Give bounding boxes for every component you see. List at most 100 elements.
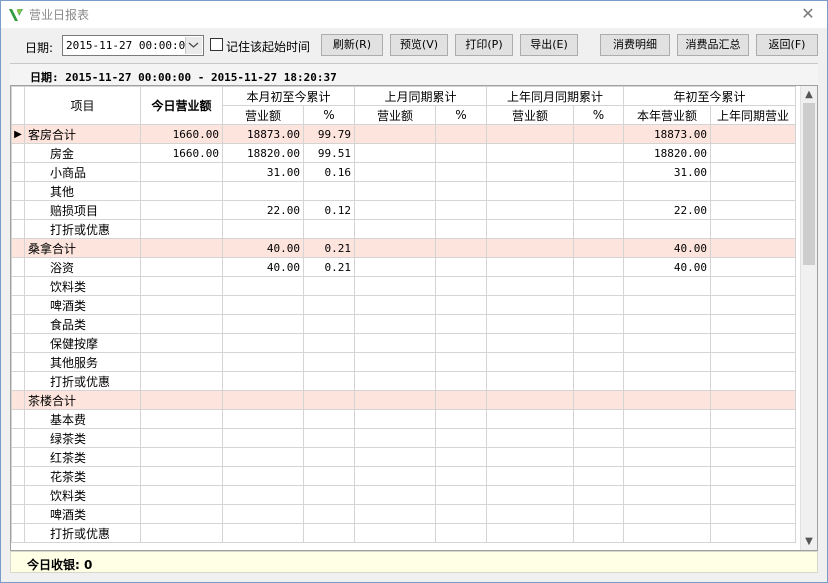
cell-lm-pct [435,409,487,429]
cell-m-amt [222,314,304,334]
report-grid[interactable]: 项目 今日营业额 本月初至今累计 上月同期累计 上年同月同期累计 年初至今累计 … [10,85,818,551]
cell-lym-pct [573,333,624,353]
row-selector[interactable] [11,181,25,201]
cell-lm-pct [435,504,487,524]
cell-m-pct [303,504,355,524]
row-selector[interactable] [11,447,25,467]
cell-m-amt [222,219,304,239]
cell-y-amt [623,523,711,543]
cell-ly-amt [710,124,796,144]
row-selector-header [11,86,25,125]
cell-lm-pct [435,428,487,448]
table-row[interactable]: 啤酒类 [11,504,796,524]
table-row[interactable]: 绿茶类 [11,428,796,448]
date-range-bar: 日期: 2015-11-27 00:00:00 - 2015-11-27 18:… [10,63,818,85]
consume-detail-button[interactable]: 消费明细 [600,34,670,56]
cell-lym-pct [573,143,624,163]
row-selector[interactable] [11,352,25,372]
scrollbar-thumb[interactable] [803,103,815,265]
refresh-button[interactable]: 刷新(R) [321,34,383,56]
table-row[interactable]: 其他 [11,181,796,201]
cell-m-amt [222,504,304,524]
row-selector[interactable] [11,314,25,334]
cell-m-pct [303,447,355,467]
table-row[interactable]: 饮料类 [11,276,796,296]
cell-m-pct [303,181,355,201]
row-selector[interactable] [11,523,25,543]
table-row[interactable]: ▶ 客房合计 1660.00 18873.00 99.79 18873.00 [11,124,796,144]
row-selector[interactable] [11,371,25,391]
cell-m-amt: 40.00 [222,238,304,258]
row-selector[interactable] [11,295,25,315]
cell-lm-pct [435,295,487,315]
cell-y-amt [623,447,711,467]
table-row[interactable]: 其他服务 [11,352,796,372]
table-row[interactable]: 啤酒类 [11,295,796,315]
table-row[interactable]: 饮料类 [11,485,796,505]
print-button[interactable]: 打印(P) [455,34,513,56]
cell-y-amt: 40.00 [623,238,711,258]
row-item-name: 客房合计 [24,124,141,144]
row-item-name: 打折或优惠 [24,219,141,239]
cell-m-pct [303,523,355,543]
table-row[interactable]: 赔损项目 22.00 0.12 22.00 [11,200,796,220]
vertical-scrollbar[interactable]: ▲ ▼ [800,86,817,550]
scroll-up-icon[interactable]: ▲ [801,86,817,103]
goods-summary-button[interactable]: 消费品汇总 [677,34,749,56]
row-selector[interactable] [11,485,25,505]
cell-lym-pct [573,314,624,334]
col-header-last-month-same: 上月同期累计 [354,86,487,106]
cell-lm-pct [435,333,487,353]
cell-m-pct [303,333,355,353]
table-row[interactable]: 打折或优惠 [11,523,796,543]
table-row[interactable]: 食品类 [11,314,796,334]
table-row[interactable]: 花茶类 [11,466,796,486]
cell-m-pct: 99.51 [303,143,355,163]
row-selector[interactable] [11,238,25,258]
row-selector[interactable] [11,333,25,353]
row-selector[interactable] [11,504,25,524]
close-icon[interactable]: ✕ [797,3,819,25]
row-selector[interactable] [11,428,25,448]
row-selector[interactable] [11,276,25,296]
table-row[interactable]: 房金 1660.00 18820.00 99.51 18820.00 [11,143,796,163]
row-selector[interactable] [11,257,25,277]
table-row[interactable]: 桑拿合计 40.00 0.21 40.00 [11,238,796,258]
chevron-down-icon[interactable] [185,37,202,54]
table-row[interactable]: 打折或优惠 [11,219,796,239]
export-button[interactable]: 导出(E) [520,34,578,56]
cell-lm-pct [435,447,487,467]
table-row[interactable]: 浴资 40.00 0.21 40.00 [11,257,796,277]
row-selector[interactable] [11,143,25,163]
row-selector[interactable] [11,162,25,182]
table-row[interactable]: 小商品 31.00 0.16 31.00 [11,162,796,182]
cell-lm-amt [354,504,436,524]
table-row[interactable]: 保健按摩 [11,333,796,353]
table-row[interactable]: 基本费 [11,409,796,429]
preview-button[interactable]: 预览(V) [390,34,448,56]
cell-lm-amt [354,219,436,239]
row-selector[interactable] [11,219,25,239]
cell-lym-amt [486,428,574,448]
remember-checkbox[interactable] [210,38,223,51]
row-selector[interactable] [11,390,25,410]
cell-lm-pct [435,162,487,182]
row-selector[interactable] [11,200,25,220]
back-button[interactable]: 返回(F) [756,34,818,56]
remember-label[interactable]: 记住该起始时间 [226,38,310,55]
row-selector[interactable]: ▶ [11,124,25,144]
cell-lm-pct [435,124,487,144]
cell-lym-amt [486,200,574,220]
row-selector[interactable] [11,409,25,429]
date-value[interactable]: 2015-11-27 00:00:00 [66,39,192,52]
cell-lym-amt [486,314,574,334]
cell-today [140,295,223,315]
table-row[interactable]: 红茶类 [11,447,796,467]
table-row[interactable]: 茶楼合计 [11,390,796,410]
table-row[interactable]: 打折或优惠 [11,371,796,391]
scroll-down-icon[interactable]: ▼ [801,533,817,550]
date-picker[interactable]: 2015-11-27 00:00:00 [62,35,204,56]
row-selector[interactable] [11,466,25,486]
cell-y-amt: 22.00 [623,200,711,220]
cell-m-amt [222,371,304,391]
